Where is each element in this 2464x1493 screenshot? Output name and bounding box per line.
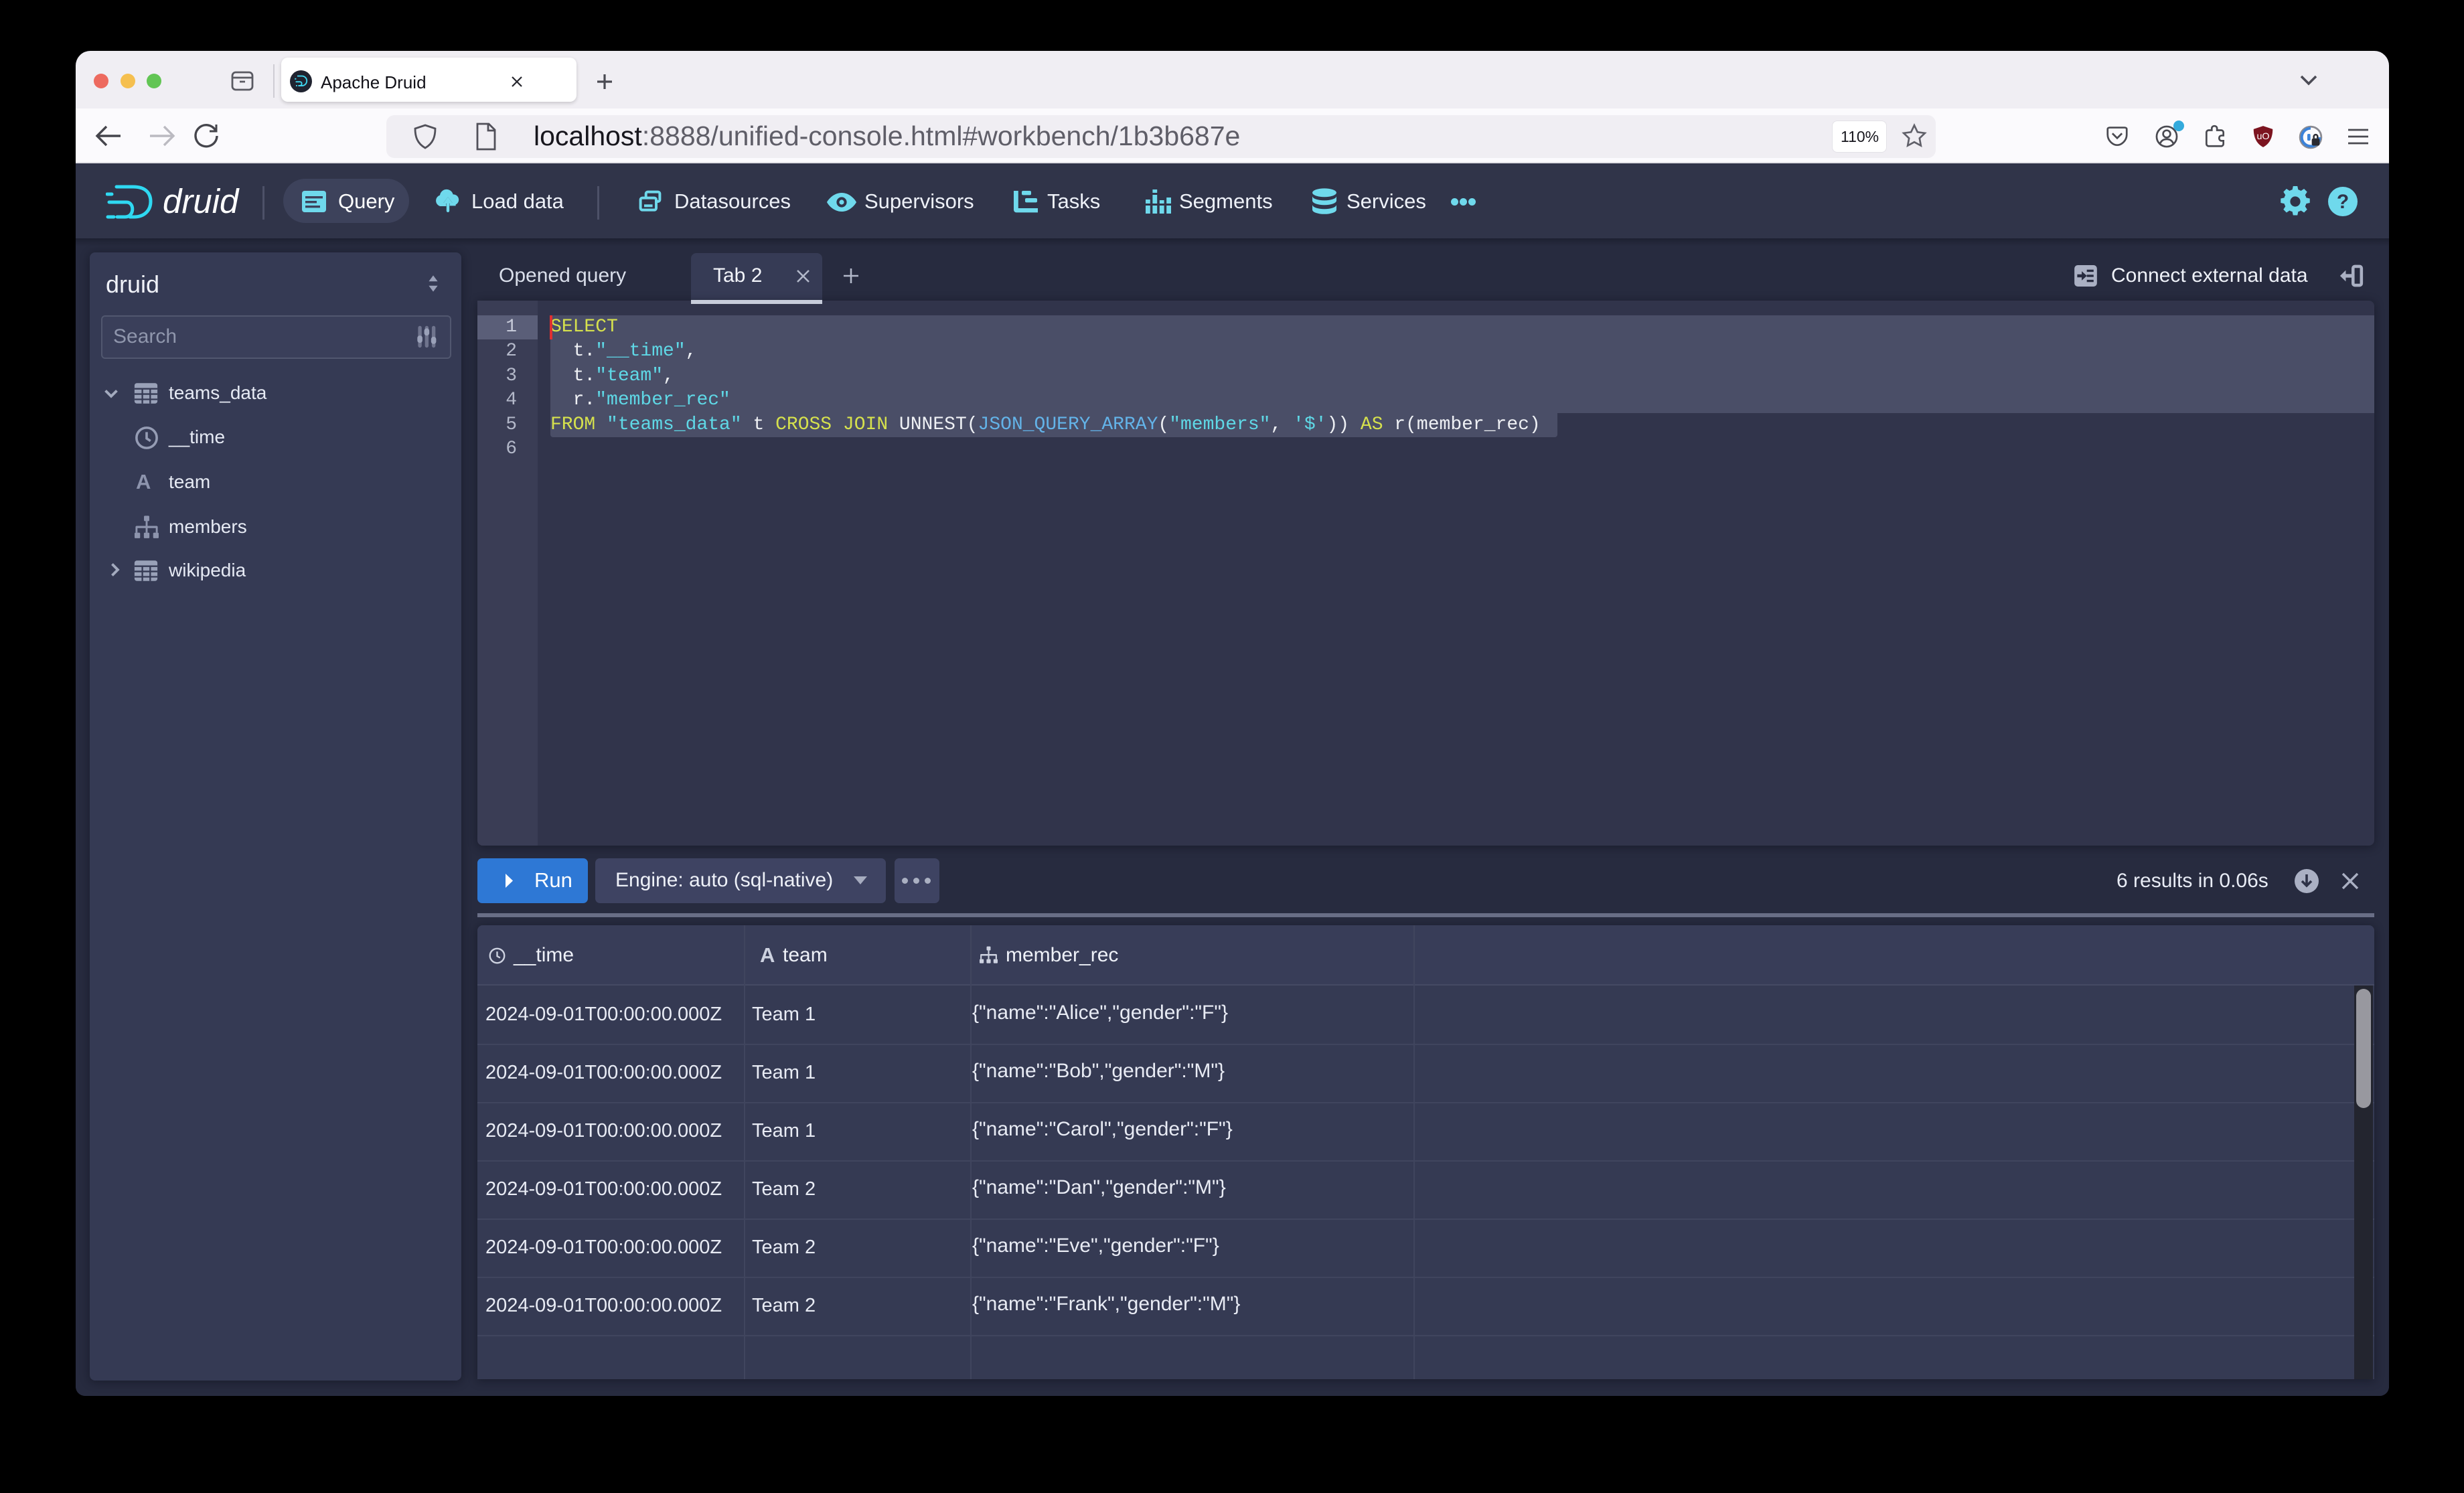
svg-text:uO: uO (2256, 131, 2269, 142)
